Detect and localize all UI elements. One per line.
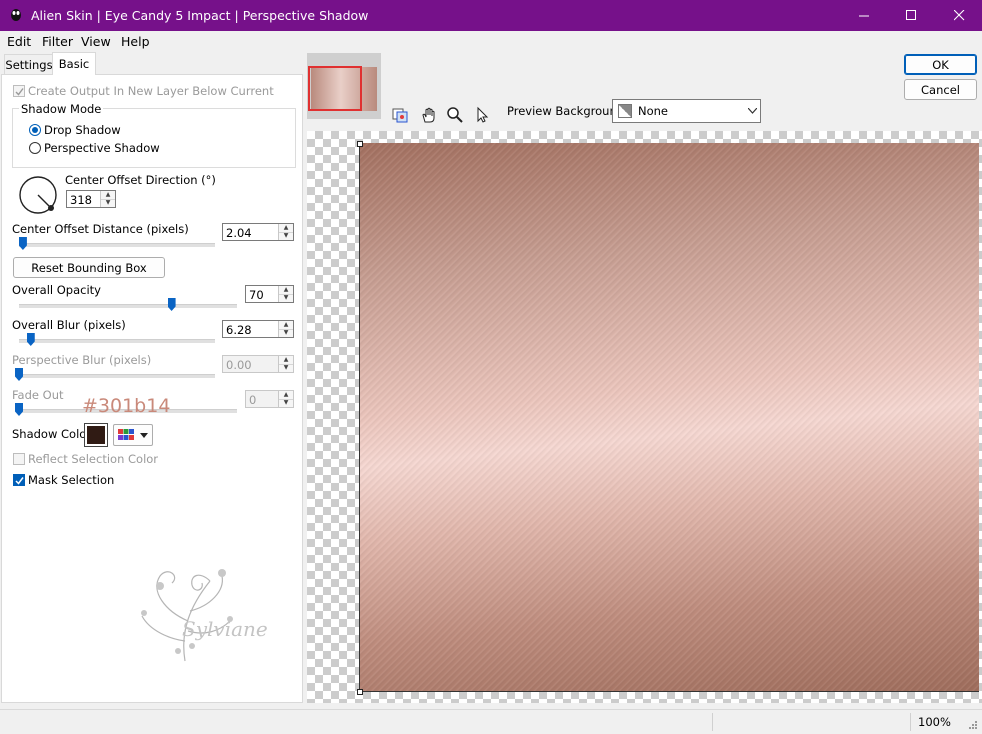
minimize-button[interactable] <box>841 0 887 31</box>
ok-button[interactable]: OK <box>904 54 977 75</box>
tab-settings[interactable]: Settings <box>4 54 54 75</box>
direction-dial[interactable] <box>18 175 60 220</box>
menu-view[interactable]: View <box>81 34 111 49</box>
color-palette-dropdown[interactable] <box>113 424 153 446</box>
preview-background-select[interactable]: None <box>612 99 761 123</box>
perspective-blur-thumb[interactable] <box>15 368 23 381</box>
overall-opacity-slider[interactable] <box>19 304 237 308</box>
reflect-selection-color-checkbox[interactable] <box>13 453 25 465</box>
mask-selection-checkbox[interactable] <box>13 474 25 486</box>
menu-help[interactable]: Help <box>121 34 150 49</box>
bounding-box-handle[interactable] <box>357 141 363 147</box>
navigator-thumbnail[interactable] <box>307 53 381 119</box>
menu-filter[interactable]: Filter <box>42 34 73 49</box>
shadow-mode-label: Shadow Mode <box>19 102 104 116</box>
hand-icon[interactable] <box>418 104 440 126</box>
fade-out-field[interactable]: 0 ▲ ▼ <box>245 390 294 408</box>
close-button[interactable] <box>936 0 982 31</box>
basic-panel: Create Output In New Layer Below Current… <box>1 74 303 703</box>
watermark-logo: Sylviane <box>130 551 280 671</box>
perspective-shadow-label: Perspective Shadow <box>44 141 160 155</box>
watermark-text: Sylviane <box>182 617 268 641</box>
center-offset-distance-thumb[interactable] <box>18 237 27 250</box>
reset-bounding-box-button[interactable]: Reset Bounding Box <box>13 257 165 278</box>
perspective-blur-label: Perspective Blur (pixels) <box>12 353 152 367</box>
chevron-down-icon <box>140 432 148 438</box>
overall-opacity-thumb[interactable] <box>167 298 176 311</box>
shadow-color-label: Shadow Color <box>12 427 92 441</box>
title-bar: Alien Skin | Eye Candy 5 Impact | Perspe… <box>0 0 982 31</box>
tab-basic[interactable]: Basic <box>52 52 96 75</box>
status-divider <box>712 713 713 731</box>
color-annotation: #301b14 <box>82 395 171 417</box>
pointer-icon[interactable] <box>471 104 493 126</box>
spin-down-icon[interactable]: ▼ <box>279 232 293 240</box>
mask-selection-label: Mask Selection <box>28 473 115 487</box>
app-icon <box>9 8 23 22</box>
window-title: Alien Skin | Eye Candy 5 Impact | Perspe… <box>31 8 369 23</box>
center-offset-direction-label: Center Offset Direction (°) <box>65 173 216 187</box>
preview-background-value: None <box>638 104 669 118</box>
create-output-checkbox[interactable] <box>13 85 25 97</box>
drop-shadow-radio[interactable] <box>29 124 41 136</box>
center-offset-direction-field[interactable]: 318 ▲ ▼ <box>66 190 116 208</box>
resize-grip-icon <box>969 721 977 729</box>
menu-edit[interactable]: Edit <box>7 34 31 49</box>
status-divider <box>910 713 911 731</box>
center-offset-distance-field[interactable]: 2.04 ▲ ▼ <box>222 223 294 241</box>
shadow-mode-group <box>12 108 296 168</box>
overall-blur-thumb[interactable] <box>26 333 35 346</box>
spin-down-icon[interactable]: ▼ <box>279 364 293 372</box>
spin-down-icon[interactable]: ▼ <box>101 199 115 207</box>
overall-blur-slider[interactable] <box>19 339 215 343</box>
fade-out-thumb[interactable] <box>15 403 23 416</box>
perspective-blur-field[interactable]: 0.00 ▲ ▼ <box>222 355 294 373</box>
perspective-shadow-radio[interactable] <box>29 142 41 154</box>
fade-out-label: Fade Out <box>12 388 64 402</box>
reflect-selection-color-label: Reflect Selection Color <box>28 452 159 466</box>
bounding-box-handle[interactable] <box>357 689 363 695</box>
zoom-level: 100% <box>918 715 951 729</box>
status-bar: 100% <box>0 709 982 734</box>
chevron-down-icon <box>748 108 757 114</box>
maximize-button[interactable] <box>888 0 934 31</box>
toggle-preview-icon[interactable] <box>390 104 412 126</box>
drop-shadow-label: Drop Shadow <box>44 123 121 137</box>
cancel-button[interactable]: Cancel <box>904 79 977 100</box>
preview-background-label: Preview Background: <box>507 104 628 118</box>
spin-down-icon[interactable]: ▼ <box>279 294 293 302</box>
spin-down-icon[interactable]: ▼ <box>279 399 293 407</box>
perspective-blur-slider[interactable] <box>19 374 215 378</box>
background-swatch-icon <box>618 104 632 118</box>
menu-bar: Edit Filter View Help <box>0 31 982 51</box>
navigator-view-frame[interactable] <box>308 66 362 111</box>
overall-opacity-label: Overall Opacity <box>12 283 101 297</box>
shadow-color-swatch[interactable] <box>84 423 108 447</box>
preview-image <box>359 143 979 692</box>
create-output-label: Create Output In New Layer Below Current <box>28 84 274 98</box>
overall-opacity-field[interactable]: 70 ▲ ▼ <box>245 285 294 303</box>
overall-blur-field[interactable]: 6.28 ▲ ▼ <box>222 320 294 338</box>
zoom-icon[interactable] <box>444 104 466 126</box>
overall-blur-label: Overall Blur (pixels) <box>12 318 126 332</box>
center-offset-distance-label: Center Offset Distance (pixels) <box>12 222 189 236</box>
spin-down-icon[interactable]: ▼ <box>279 329 293 337</box>
center-offset-distance-slider[interactable] <box>19 243 215 247</box>
color-grid-icon <box>118 429 134 440</box>
shadow-color-fill <box>87 426 105 444</box>
